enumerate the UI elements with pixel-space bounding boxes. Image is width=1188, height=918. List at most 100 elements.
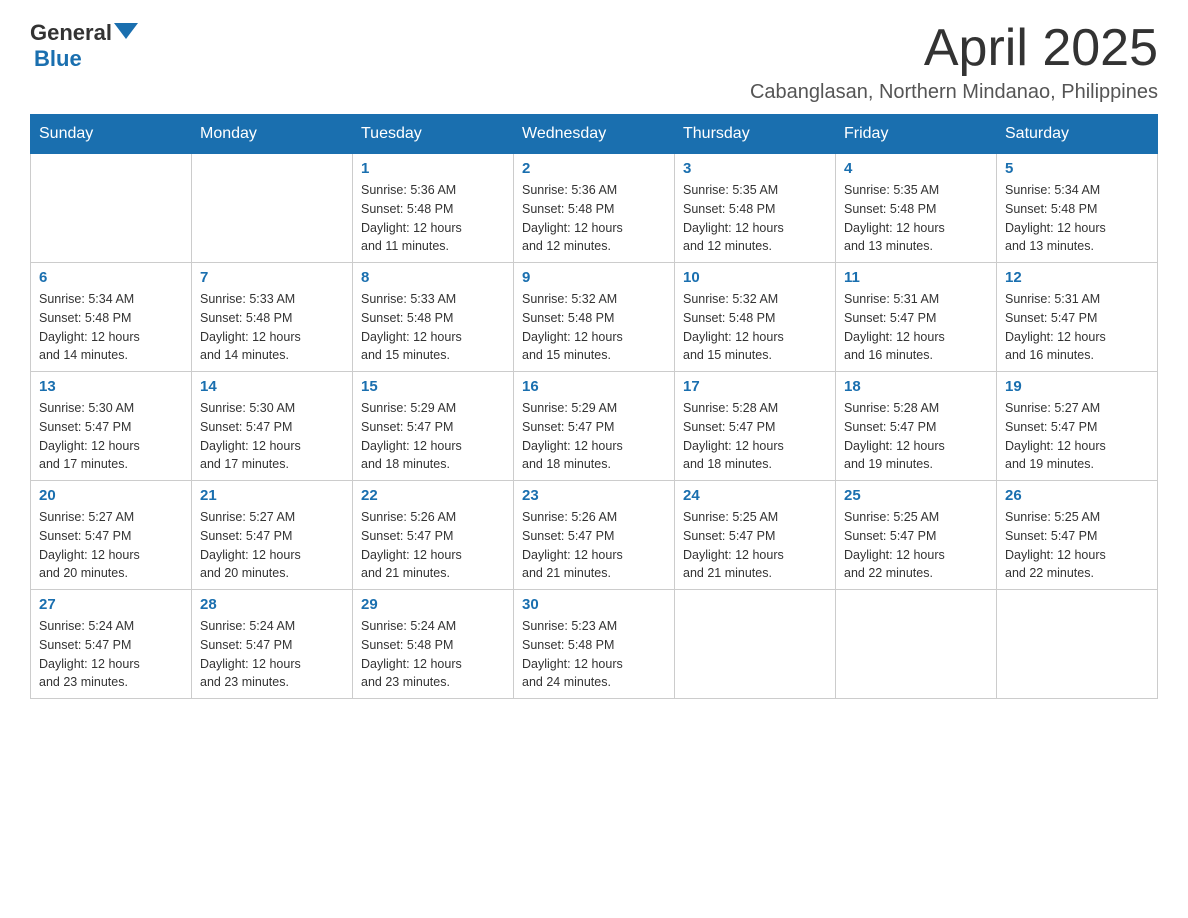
- weekday-header-monday: Monday: [192, 115, 353, 154]
- calendar-cell: 26 Sunrise: 5:25 AMSunset: 5:47 PMDayligh…: [997, 481, 1158, 590]
- weekday-header-friday: Friday: [836, 115, 997, 154]
- calendar-cell: 13 Sunrise: 5:30 AMSunset: 5:47 PMDayligh…: [31, 372, 192, 481]
- day-info: Sunrise: 5:29 AMSunset: 5:47 PMDaylight:…: [522, 399, 666, 474]
- calendar-cell: [31, 154, 192, 263]
- day-number: 19: [1005, 378, 1149, 395]
- day-info: Sunrise: 5:28 AMSunset: 5:47 PMDaylight:…: [844, 399, 988, 474]
- day-info: Sunrise: 5:26 AMSunset: 5:47 PMDaylight:…: [361, 508, 505, 583]
- calendar-cell: 14Sunrise: 5:30 AMSunset: 5:47 PMDayligh…: [192, 372, 353, 481]
- calendar-cell: 6 Sunrise: 5:34 AMSunset: 5:48 PMDaylight…: [31, 263, 192, 372]
- day-number: 25: [844, 487, 988, 504]
- day-info: Sunrise: 5:32 AMSunset: 5:48 PMDaylight:…: [683, 290, 827, 365]
- day-number: 23: [522, 487, 666, 504]
- day-number: 6: [39, 269, 183, 286]
- calendar-cell: 2 Sunrise: 5:36 AMSunset: 5:48 PMDaylight…: [514, 154, 675, 263]
- weekday-header-sunday: Sunday: [31, 115, 192, 154]
- calendar-cell: 28 Sunrise: 5:24 AMSunset: 5:47 PMDayligh…: [192, 590, 353, 699]
- day-number: 26: [1005, 487, 1149, 504]
- day-number: 2: [522, 160, 666, 177]
- calendar-cell: 12Sunrise: 5:31 AMSunset: 5:47 PMDayligh…: [997, 263, 1158, 372]
- calendar-cell: 21 Sunrise: 5:27 AMSunset: 5:47 PMDayligh…: [192, 481, 353, 590]
- calendar-cell: 10 Sunrise: 5:32 AMSunset: 5:48 PMDayligh…: [675, 263, 836, 372]
- calendar-cell: [192, 154, 353, 263]
- logo-general-text: General: [30, 20, 112, 46]
- day-number: 8: [361, 269, 505, 286]
- calendar-cell: 22 Sunrise: 5:26 AMSunset: 5:47 PMDayligh…: [353, 481, 514, 590]
- day-info: Sunrise: 5:32 AMSunset: 5:48 PMDaylight:…: [522, 290, 666, 365]
- calendar-cell: 17 Sunrise: 5:28 AMSunset: 5:47 PMDayligh…: [675, 372, 836, 481]
- day-number: 5: [1005, 160, 1149, 177]
- day-number: 4: [844, 160, 988, 177]
- day-info: Sunrise: 5:31 AMSunset: 5:47 PMDaylight:…: [844, 290, 988, 365]
- calendar-cell: 8Sunrise: 5:33 AMSunset: 5:48 PMDaylight…: [353, 263, 514, 372]
- location-subtitle: Cabanglasan, Northern Mindanao, Philippi…: [750, 81, 1158, 104]
- day-number: 27: [39, 596, 183, 613]
- calendar-cell: 20Sunrise: 5:27 AMSunset: 5:47 PMDayligh…: [31, 481, 192, 590]
- day-info: Sunrise: 5:27 AMSunset: 5:47 PMDaylight:…: [200, 508, 344, 583]
- day-number: 17: [683, 378, 827, 395]
- day-info: Sunrise: 5:24 AMSunset: 5:47 PMDaylight:…: [200, 617, 344, 692]
- calendar-cell: 18 Sunrise: 5:28 AMSunset: 5:47 PMDayligh…: [836, 372, 997, 481]
- day-number: 13: [39, 378, 183, 395]
- day-info: Sunrise: 5:26 AMSunset: 5:47 PMDaylight:…: [522, 508, 666, 583]
- calendar-cell: 3Sunrise: 5:35 AMSunset: 5:48 PMDaylight…: [675, 154, 836, 263]
- calendar-cell: 4 Sunrise: 5:35 AMSunset: 5:48 PMDaylight…: [836, 154, 997, 263]
- month-year-title: April 2025: [750, 20, 1158, 77]
- title-area: April 2025 Cabanglasan, Northern Mindana…: [750, 20, 1158, 104]
- day-info: Sunrise: 5:27 AMSunset: 5:47 PMDaylight:…: [39, 508, 183, 583]
- calendar-cell: 9 Sunrise: 5:32 AMSunset: 5:48 PMDaylight…: [514, 263, 675, 372]
- calendar-table: SundayMondayTuesdayWednesdayThursdayFrid…: [30, 114, 1158, 699]
- day-info: Sunrise: 5:34 AMSunset: 5:48 PMDaylight:…: [1005, 181, 1149, 256]
- calendar-cell: 1 Sunrise: 5:36 AMSunset: 5:48 PMDaylight…: [353, 154, 514, 263]
- day-number: 18: [844, 378, 988, 395]
- calendar-week-row: 1 Sunrise: 5:36 AMSunset: 5:48 PMDaylight…: [31, 154, 1158, 263]
- logo: General Blue: [30, 20, 138, 72]
- day-info: Sunrise: 5:36 AMSunset: 5:48 PMDaylight:…: [361, 181, 505, 256]
- day-info: Sunrise: 5:34 AMSunset: 5:48 PMDaylight:…: [39, 290, 183, 365]
- day-number: 10: [683, 269, 827, 286]
- day-number: 15: [361, 378, 505, 395]
- day-info: Sunrise: 5:25 AMSunset: 5:47 PMDaylight:…: [1005, 508, 1149, 583]
- calendar-cell: 30Sunrise: 5:23 AMSunset: 5:48 PMDayligh…: [514, 590, 675, 699]
- day-number: 22: [361, 487, 505, 504]
- day-info: Sunrise: 5:24 AMSunset: 5:48 PMDaylight:…: [361, 617, 505, 692]
- calendar-cell: 25 Sunrise: 5:25 AMSunset: 5:47 PMDayligh…: [836, 481, 997, 590]
- calendar-cell: 24Sunrise: 5:25 AMSunset: 5:47 PMDayligh…: [675, 481, 836, 590]
- calendar-cell: 15 Sunrise: 5:29 AMSunset: 5:47 PMDayligh…: [353, 372, 514, 481]
- logo-blue-text: Blue: [34, 46, 82, 71]
- day-info: Sunrise: 5:27 AMSunset: 5:47 PMDaylight:…: [1005, 399, 1149, 474]
- calendar-cell: 29 Sunrise: 5:24 AMSunset: 5:48 PMDayligh…: [353, 590, 514, 699]
- day-number: 1: [361, 160, 505, 177]
- weekday-header-row: SundayMondayTuesdayWednesdayThursdayFrid…: [31, 115, 1158, 154]
- calendar-cell: [836, 590, 997, 699]
- logo-wordmark: General: [30, 20, 138, 46]
- calendar-week-row: 27 Sunrise: 5:24 AMSunset: 5:47 PMDayligh…: [31, 590, 1158, 699]
- calendar-cell: 7Sunrise: 5:33 AMSunset: 5:48 PMDaylight…: [192, 263, 353, 372]
- day-info: Sunrise: 5:23 AMSunset: 5:48 PMDaylight:…: [522, 617, 666, 692]
- calendar-cell: 16 Sunrise: 5:29 AMSunset: 5:47 PMDayligh…: [514, 372, 675, 481]
- day-info: Sunrise: 5:25 AMSunset: 5:47 PMDaylight:…: [844, 508, 988, 583]
- day-number: 16: [522, 378, 666, 395]
- calendar-cell: 19 Sunrise: 5:27 AMSunset: 5:47 PMDayligh…: [997, 372, 1158, 481]
- day-number: 11: [844, 269, 988, 286]
- day-number: 28: [200, 596, 344, 613]
- day-number: 9: [522, 269, 666, 286]
- day-info: Sunrise: 5:28 AMSunset: 5:47 PMDaylight:…: [683, 399, 827, 474]
- day-number: 21: [200, 487, 344, 504]
- day-number: 14: [200, 378, 344, 395]
- day-info: Sunrise: 5:35 AMSunset: 5:48 PMDaylight:…: [844, 181, 988, 256]
- calendar-cell: 27 Sunrise: 5:24 AMSunset: 5:47 PMDayligh…: [31, 590, 192, 699]
- day-info: Sunrise: 5:24 AMSunset: 5:47 PMDaylight:…: [39, 617, 183, 692]
- calendar-cell: [997, 590, 1158, 699]
- day-number: 29: [361, 596, 505, 613]
- weekday-header-saturday: Saturday: [997, 115, 1158, 154]
- calendar-cell: [675, 590, 836, 699]
- weekday-header-wednesday: Wednesday: [514, 115, 675, 154]
- calendar-week-row: 20Sunrise: 5:27 AMSunset: 5:47 PMDayligh…: [31, 481, 1158, 590]
- day-info: Sunrise: 5:36 AMSunset: 5:48 PMDaylight:…: [522, 181, 666, 256]
- weekday-header-tuesday: Tuesday: [353, 115, 514, 154]
- day-info: Sunrise: 5:29 AMSunset: 5:47 PMDaylight:…: [361, 399, 505, 474]
- page-header: General Blue April 2025 Cabanglasan, Nor…: [30, 20, 1158, 104]
- day-info: Sunrise: 5:25 AMSunset: 5:47 PMDaylight:…: [683, 508, 827, 583]
- day-info: Sunrise: 5:30 AMSunset: 5:47 PMDaylight:…: [39, 399, 183, 474]
